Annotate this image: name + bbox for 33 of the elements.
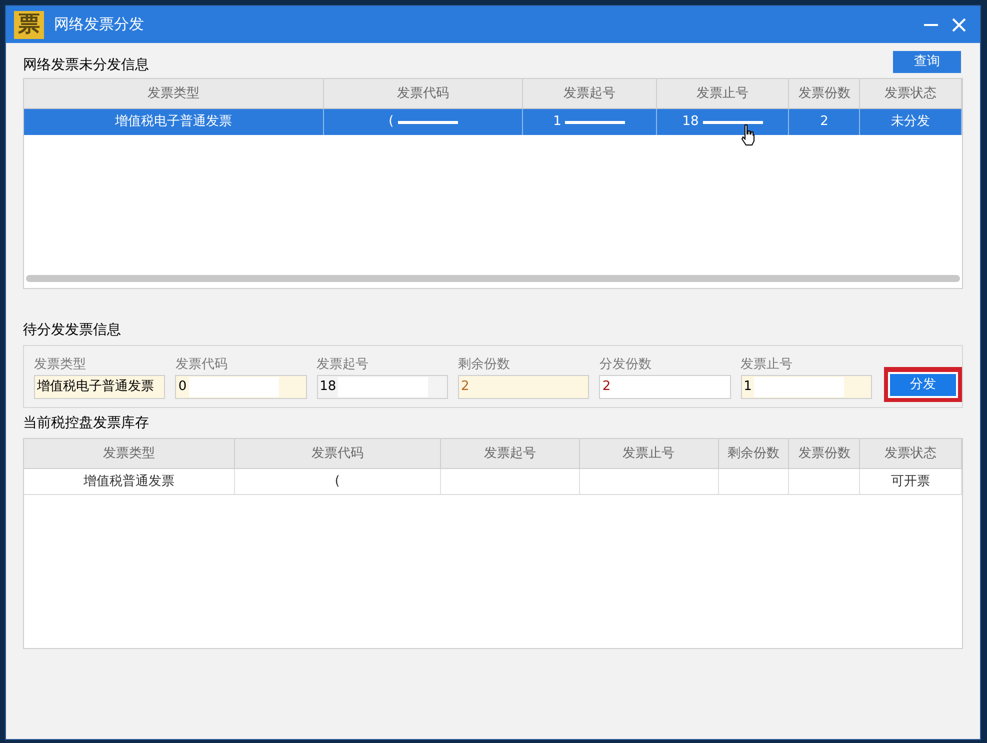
table-cell-text: 未分发 [891,113,930,132]
close-icon[interactable] [952,18,966,32]
field-label: 剩余份数 [458,356,511,374]
hand-cursor-icon [740,124,756,146]
input-field[interactable]: 增值税电子普通发票 [34,374,166,398]
section-title: 待分发发票信息 [23,321,121,340]
scrollbar[interactable] [26,275,960,282]
field-label: 发票类型 [34,356,87,374]
distribute-button[interactable]: 分发 [888,372,958,398]
table-row[interactable]: 增值税电子普通发票 ( 1 18 2 未分发 [24,109,962,135]
input-field[interactable]: 2 [599,374,731,398]
table-cell-text: 增值税电子普通发票 [115,112,232,132]
query-button[interactable]: 查询 [893,51,961,73]
field-label: 发票起号 [316,356,370,374]
window-title: 网络发票分发 [54,14,144,36]
field-label: 发票代码 [175,356,228,374]
section-title: 当前税控盘发票库存 [23,414,149,433]
table-row[interactable]: 增值税普通发票 ( 可开票 [24,469,962,495]
table-cell-text: ( [388,113,394,132]
section-title: 网络发票未分发信息 [23,56,149,75]
field-label: 发票止号 [740,356,794,374]
input-field[interactable]: 1 [740,374,872,398]
input-field[interactable]: 2 [458,374,590,398]
table-cell-text: 增值税普通发票 [83,472,174,491]
table-cell-text: ( [334,472,340,491]
table-cell-text: 可开票 [891,472,930,491]
app-logo: 票 [14,10,44,38]
table-cell-text: 1 [553,113,562,132]
field-label: 分发份数 [599,356,652,374]
table-cell-text: 18 [682,113,699,132]
input-field[interactable]: 18 [316,374,448,398]
table-cell-text: 2 [820,113,828,132]
input-field[interactable]: 0 [175,374,307,398]
